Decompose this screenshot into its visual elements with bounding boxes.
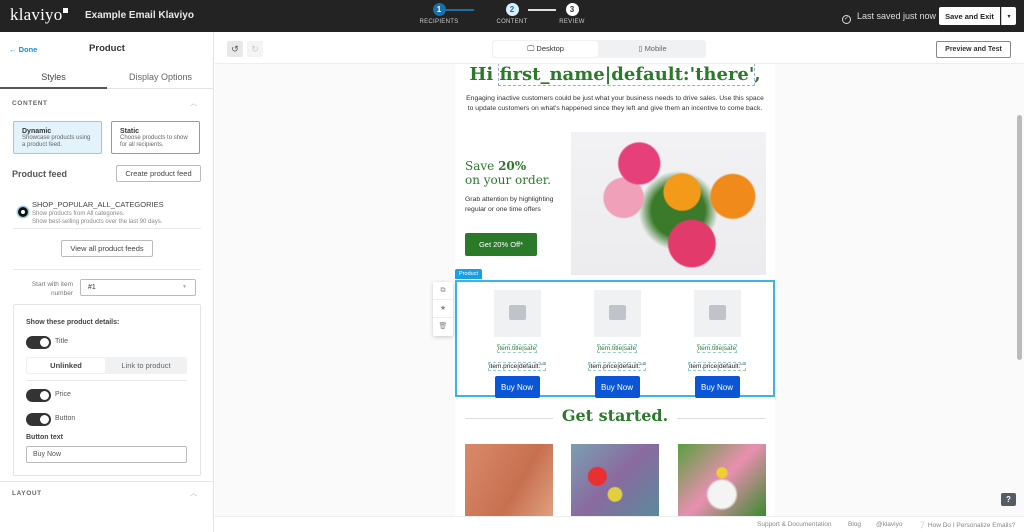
device-view-toggle: 🖵 Desktop ▯ Mobile	[492, 40, 706, 58]
divider	[13, 228, 201, 229]
chevron-up-icon[interactable]: ︿	[190, 488, 197, 498]
product-block-tag: Product	[455, 269, 482, 279]
canvas-scrollbar[interactable]	[1017, 115, 1022, 360]
editor-toolbar: ↺ ↻ 🖵 Desktop ▯ Mobile Preview and Test	[215, 32, 1024, 64]
button-text-input[interactable]	[26, 446, 187, 463]
start-item-label: Start with item number	[31, 281, 73, 297]
save-status: ✓ Last saved just now	[842, 11, 937, 24]
price-toggle[interactable]	[26, 389, 51, 402]
offer-heading[interactable]: Save 20% on your order.	[465, 159, 551, 187]
step-content[interactable]: 2 CONTENT	[487, 3, 537, 25]
get-started-heading[interactable]: Get started.	[455, 406, 775, 425]
buy-now-button[interactable]: Buy Now	[494, 376, 540, 398]
chevron-down-icon: ▼	[182, 284, 187, 290]
flower-image-3[interactable]	[678, 444, 766, 516]
view-all-feeds-button[interactable]: View all product feeds	[61, 240, 153, 257]
footer-link-twitter[interactable]: @klaviyo	[876, 521, 902, 528]
image-placeholder-icon	[693, 290, 741, 337]
tab-styles[interactable]: Styles	[0, 72, 107, 82]
price-toggle-label: Price	[55, 391, 71, 398]
check-circle-icon: ✓	[842, 15, 851, 24]
image-placeholder-icon	[593, 290, 641, 337]
footer-link-blog[interactable]: Blog	[848, 521, 861, 528]
step-recipients[interactable]: 1 RECIPIENTS	[414, 3, 464, 25]
save-and-exit-button[interactable]: Save and Exit	[939, 7, 1000, 25]
sidebar-tabs: Styles Display Options	[0, 67, 214, 89]
title-link-segmented-control: Unlinked Link to product	[26, 357, 187, 374]
chevron-up-icon[interactable]: ︿	[190, 98, 197, 108]
desktop-icon: 🖵	[527, 44, 537, 53]
sidebar: Product ← Done Styles Display Options CO…	[0, 32, 214, 532]
unlinked-option[interactable]: Unlinked	[27, 358, 105, 373]
buy-now-button[interactable]: Buy Now	[694, 376, 740, 398]
product-feed-label: Product feed	[12, 169, 68, 179]
progress-stepper: 1 RECIPIENTS 2 CONTENT 3 REVIEW	[419, 3, 592, 31]
product-title-variable: item.title|safe	[696, 344, 738, 353]
greeting-heading[interactable]: Hi first_name|default:'there',	[455, 64, 775, 86]
button-toggle-label: Button	[55, 415, 76, 422]
tab-display-options[interactable]: Display Options	[107, 72, 214, 82]
save-options-dropdown[interactable]: ▾	[1001, 7, 1016, 25]
redo-icon[interactable]: ↻	[247, 41, 263, 57]
product-item: item.title|safe item.price|default:"" Bu…	[572, 290, 662, 398]
product-price-variable: item.price|default:""	[588, 362, 646, 371]
title-toggle-label: Title	[55, 338, 68, 345]
buy-now-button[interactable]: Buy Now	[594, 376, 640, 398]
document-title: Example Email Klaviyo	[85, 10, 194, 21]
star-icon[interactable]: ★	[433, 300, 453, 318]
footer-link-personalize-help[interactable]: ❔ How Do I Personalize Emails?	[918, 521, 1015, 529]
image-placeholder-icon	[493, 290, 541, 337]
static-option-card[interactable]: Static Choose products to show for all r…	[111, 121, 200, 154]
product-block[interactable]: item.title|safe item.price|default:"" Bu…	[455, 280, 775, 398]
layout-section-heading: LAYOUT	[12, 490, 42, 497]
undo-icon[interactable]: ↺	[227, 41, 243, 57]
block-tools: ⧉ ★ 🗑	[433, 282, 453, 336]
trash-icon[interactable]: 🗑	[433, 318, 453, 336]
title-toggle[interactable]	[26, 336, 51, 349]
content-section-heading: CONTENT	[12, 100, 48, 107]
duplicate-icon[interactable]: ⧉	[433, 282, 453, 300]
done-link[interactable]: ← Done	[9, 45, 37, 54]
product-title-variable: item.title|safe	[596, 344, 638, 353]
preview-and-test-button[interactable]: Preview and Test	[936, 41, 1011, 58]
feed-radio[interactable]	[18, 207, 28, 217]
link-to-product-option[interactable]: Link to product	[106, 358, 186, 373]
active-tab-indicator	[0, 87, 107, 89]
step-review[interactable]: 3 REVIEW	[547, 3, 597, 25]
divider	[0, 481, 214, 482]
top-bar: klaviyo Example Email Klaviyo 1 RECIPIEN…	[0, 0, 1024, 32]
flower-image-1[interactable]	[465, 444, 553, 516]
start-item-select[interactable]: #1 ▼	[80, 279, 196, 296]
divider	[26, 380, 187, 381]
divider	[13, 269, 201, 270]
feed-name: SHOP_POPULAR_ALL_CATEGORIES	[32, 200, 164, 209]
details-heading: Show these product details:	[26, 319, 120, 326]
dynamic-option-card[interactable]: Dynamic Showcase products using a produc…	[13, 121, 102, 154]
product-title-variable: item.title|safe	[496, 344, 538, 353]
intro-text[interactable]: Engaging inactive customers could be jus…	[465, 94, 765, 113]
desktop-view-button[interactable]: 🖵 Desktop	[493, 41, 598, 57]
footer: Support & Documentation Blog @klaviyo ❔ …	[215, 516, 1024, 532]
product-price-variable: item.price|default:""	[488, 362, 546, 371]
feed-description: Show products from All categories. Show …	[32, 211, 163, 225]
footer-link-support[interactable]: Support & Documentation	[757, 521, 831, 528]
button-toggle[interactable]	[26, 413, 51, 426]
help-icon[interactable]: ?	[1001, 493, 1016, 506]
product-item: item.title|safe item.price|default:"" Bu…	[472, 290, 562, 398]
create-product-feed-button[interactable]: Create product feed	[116, 165, 201, 182]
product-item: item.title|safe item.price|default:"" Bu…	[672, 290, 762, 398]
klaviyo-logo[interactable]: klaviyo	[10, 5, 69, 25]
get-discount-button[interactable]: Get 20% Off*	[465, 233, 537, 256]
first-name-variable: first_name|default:'there'	[498, 64, 756, 86]
product-price-variable: item.price|default:""	[688, 362, 746, 371]
button-text-label: Button text	[26, 434, 63, 441]
flower-image-2[interactable]	[571, 444, 659, 516]
hero-flower-image[interactable]	[571, 132, 766, 275]
logo-square-icon	[63, 8, 69, 13]
offer-text[interactable]: Grab attention by highlighting regular o…	[465, 195, 560, 214]
mobile-view-button[interactable]: ▯ Mobile	[600, 41, 705, 57]
